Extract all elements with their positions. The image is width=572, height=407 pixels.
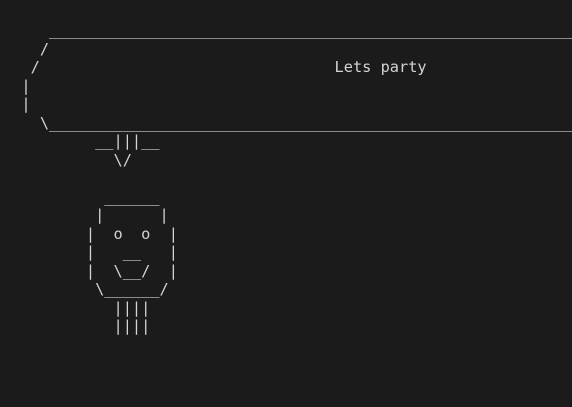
ascii-robot-speech-bubble: ________________________________________… <box>21 21 572 335</box>
terminal-window[interactable]: ________________________________________… <box>0 0 572 407</box>
